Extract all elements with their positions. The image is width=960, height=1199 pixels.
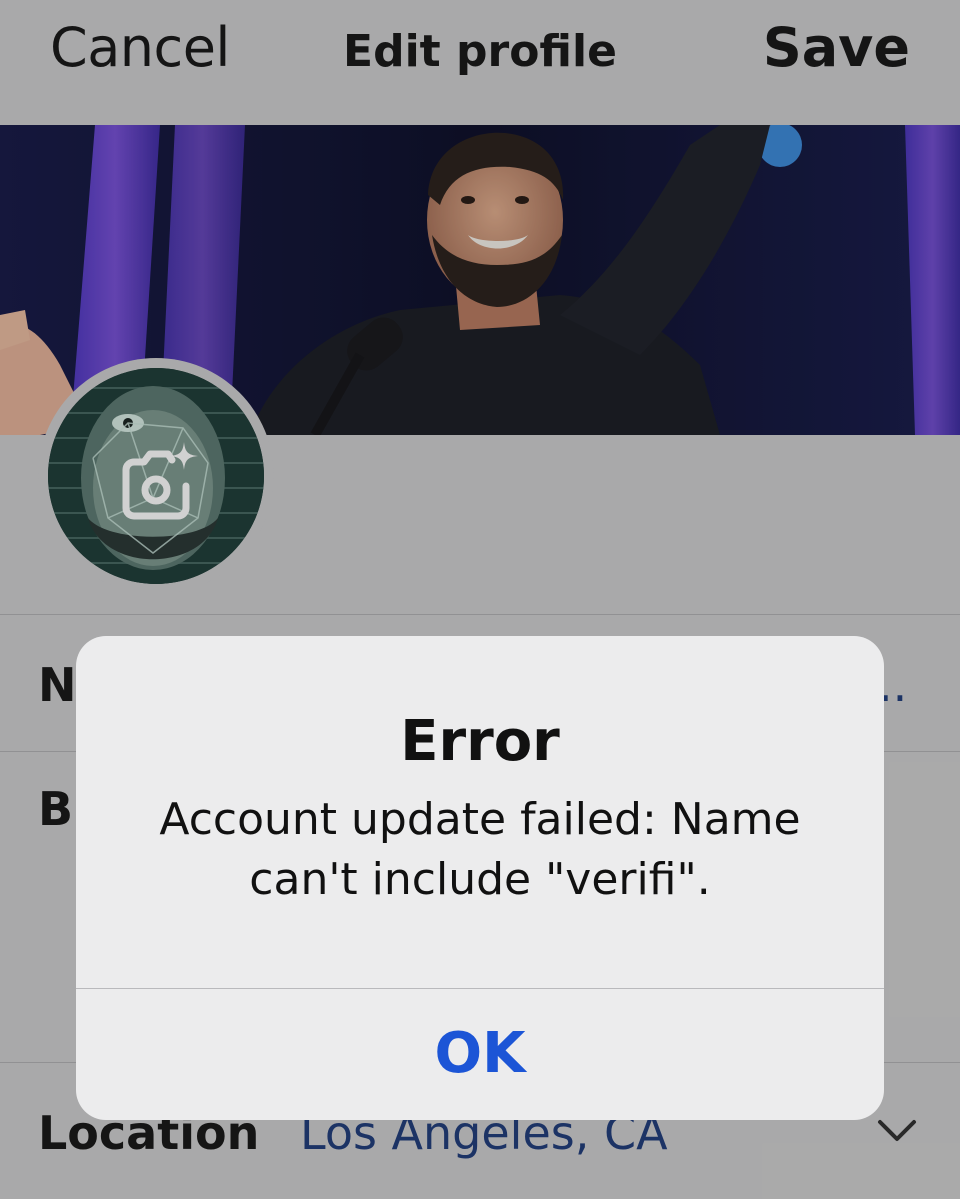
edit-profile-screen: Cancel Edit profile Save N .. Bi Locatio… — [0, 0, 960, 1199]
alert-title: Error — [400, 709, 560, 774]
alert-divider — [76, 988, 884, 989]
ok-button[interactable]: OK — [76, 990, 884, 1120]
alert-message: Account update failed: Name can't includ… — [159, 794, 801, 905]
